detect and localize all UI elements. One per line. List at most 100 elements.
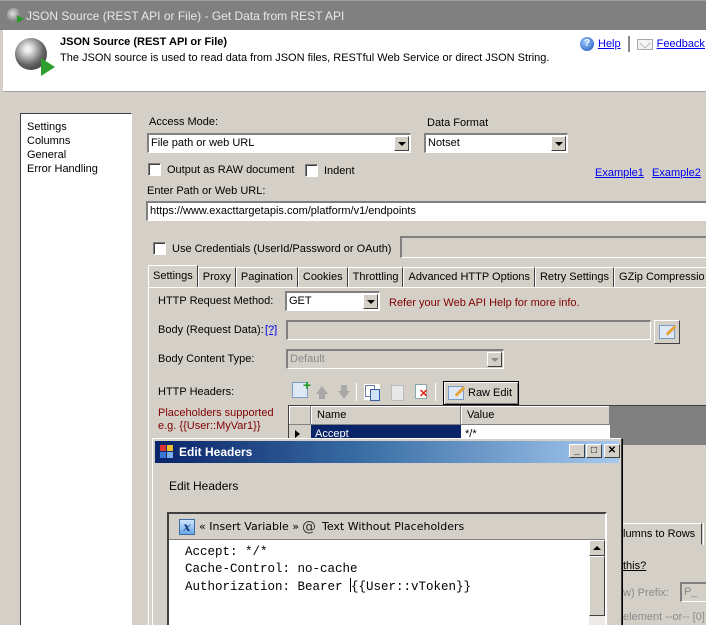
scroll-thumb[interactable] [589, 556, 605, 616]
access-mode-value: File path or web URL [151, 137, 255, 149]
window-title: JSON Source (REST API or File) - Get Dat… [26, 9, 345, 23]
dialog-subtitle: Edit Headers [169, 479, 239, 493]
component-header: JSON Source (REST API or File) The JSON … [3, 30, 706, 92]
nav-item-settings[interactable]: Settings [21, 120, 131, 134]
http-method-label: HTTP Request Method: [158, 295, 274, 307]
toolbar-separator [435, 383, 436, 401]
minimize-button[interactable]: _ [569, 444, 585, 458]
move-up-icon[interactable] [314, 384, 330, 400]
editor-vertical-scrollbar[interactable] [589, 540, 605, 625]
dialog-app-icon [160, 445, 174, 459]
body-request-data-input[interactable] [286, 320, 651, 340]
editor-toolbar: x « Insert Variable » @ Text Without Pla… [169, 514, 605, 540]
tab-throttling[interactable]: Throttling [347, 267, 404, 287]
window-titlebar[interactable]: JSON Source (REST API or File) - Get Dat… [0, 0, 706, 30]
data-format-label: Data Format [427, 117, 489, 129]
indent-label: Indent [324, 165, 355, 177]
dialog-title: Edit Headers [179, 445, 253, 459]
json-source-icon [15, 38, 55, 76]
tab-advanced-http-options[interactable]: Advanced HTTP Options [403, 267, 535, 287]
help-links: ? Help Feedback [580, 36, 705, 52]
tab-columns-to-rows[interactable]: lumns to Rows [622, 523, 702, 545]
copy-icon[interactable] [364, 384, 380, 401]
toolbar-separator [356, 383, 357, 401]
grid-column-value[interactable]: Value [461, 406, 610, 425]
tab-retry-settings[interactable]: Retry Settings [534, 267, 615, 287]
data-format-select[interactable]: Notset [424, 133, 568, 153]
header-line: Authorization: Bearer {{User::vToken}} [185, 578, 471, 596]
use-credentials-label: Use Credentials (UserId/Password or OAut… [172, 243, 392, 255]
paste-icon[interactable] [389, 384, 405, 401]
header-line-text: Authorization: Bearer [185, 580, 351, 594]
tab-proxy[interactable]: Proxy [197, 267, 236, 287]
body-content-type-value: Default [290, 353, 325, 365]
move-down-icon[interactable] [336, 384, 352, 400]
text-without-placeholders-button[interactable]: Text Without Placeholders [322, 520, 464, 533]
insert-variable-icon[interactable]: x [179, 519, 195, 535]
grid-row-header-corner [289, 406, 311, 425]
chevron-down-icon[interactable] [487, 352, 502, 367]
body-label: Body (Request Data): [158, 324, 264, 336]
output-raw-label: Output as RAW document [167, 164, 295, 176]
nav-item-error-handling[interactable]: Error Handling [21, 162, 131, 176]
http-method-value: GET [289, 295, 312, 307]
example2-link[interactable]: Example2 [652, 167, 701, 179]
add-row-icon[interactable] [292, 377, 311, 398]
feedback-link[interactable]: Feedback [657, 38, 705, 50]
header-line: Cache-Control: no-cache [185, 562, 358, 576]
http-headers-label: HTTP Headers: [158, 386, 235, 398]
headers-raw-editor[interactable]: x « Insert Variable » @ Text Without Pla… [167, 512, 607, 625]
app-icon [7, 8, 24, 23]
credentials-connection-field[interactable] [400, 236, 706, 258]
delete-row-icon[interactable] [413, 384, 429, 400]
tab-cookies[interactable]: Cookies [297, 267, 348, 287]
grid-column-name[interactable]: Name [311, 406, 461, 425]
chevron-down-icon[interactable] [394, 136, 409, 151]
use-credentials-checkbox[interactable] [153, 242, 166, 255]
help-icon[interactable]: ? [580, 37, 594, 51]
edit-body-button[interactable] [654, 320, 680, 344]
body-content-type-label: Body Content Type: [158, 353, 255, 365]
body-help-link[interactable]: [?] [265, 324, 277, 336]
headers-text[interactable]: Accept: */* Cache-Control: no-cache Author… [185, 544, 471, 596]
access-mode-label: Access Mode: [149, 116, 219, 128]
chevron-down-icon[interactable] [551, 136, 566, 151]
dialog-titlebar[interactable]: Edit Headers _ □ ✕ [155, 441, 620, 463]
body-content-type-select[interactable]: Default [286, 349, 504, 369]
edit-headers-dialog: Edit Headers _ □ ✕ Edit Headers x « Inse… [152, 438, 622, 625]
divider [627, 36, 630, 52]
prefix-label: w) Prefix: [623, 587, 669, 599]
insert-variable-button[interactable]: « Insert Variable » [199, 520, 299, 533]
header-line: Accept: */* [185, 545, 268, 559]
nav-item-columns[interactable]: Columns [21, 134, 131, 148]
tab-pagination[interactable]: Pagination [235, 267, 298, 287]
component-title: JSON Source (REST API or File) [60, 36, 228, 48]
example1-link[interactable]: Example1 [595, 167, 644, 179]
prefix-input[interactable]: P_ [680, 582, 706, 602]
maximize-button[interactable]: □ [586, 444, 602, 458]
path-label: Enter Path or Web URL: [147, 185, 266, 197]
raw-edit-pencil-icon [448, 386, 464, 400]
tab-gzip-compression[interactable]: GZip Compressio [614, 267, 706, 287]
raw-edit-button[interactable]: Raw Edit [443, 381, 519, 405]
access-mode-select[interactable]: File path or web URL [147, 133, 411, 153]
output-raw-checkbox[interactable] [148, 163, 161, 176]
path-url-input[interactable]: https://www.exacttargetapis.com/platform… [146, 201, 706, 221]
nav-item-general[interactable]: General [21, 148, 131, 162]
placeholders-note-line2: e.g. {{User::MyVar1}} [158, 420, 261, 432]
header-line-placeholder: {{User::vToken}} [351, 580, 472, 594]
close-button[interactable]: ✕ [604, 444, 620, 458]
what-is-this-link[interactable]: this? [623, 560, 646, 572]
http-method-select[interactable]: GET [285, 291, 380, 311]
method-hint: Refer your Web API Help for more info. [389, 297, 580, 309]
tab-settings[interactable]: Settings [148, 265, 198, 287]
settings-nav: Settings Columns General Error Handling [20, 113, 132, 625]
at-sign-icon[interactable]: @ [302, 519, 318, 535]
help-link[interactable]: Help [598, 38, 621, 50]
settings-tabs: Settings Proxy Pagination Cookies Thrott… [148, 265, 706, 287]
chevron-down-icon[interactable] [363, 294, 378, 309]
feedback-mail-icon[interactable] [636, 38, 653, 50]
indent-checkbox[interactable] [305, 164, 318, 177]
scroll-up-icon[interactable] [589, 540, 605, 556]
edit-pencil-icon [659, 325, 675, 339]
